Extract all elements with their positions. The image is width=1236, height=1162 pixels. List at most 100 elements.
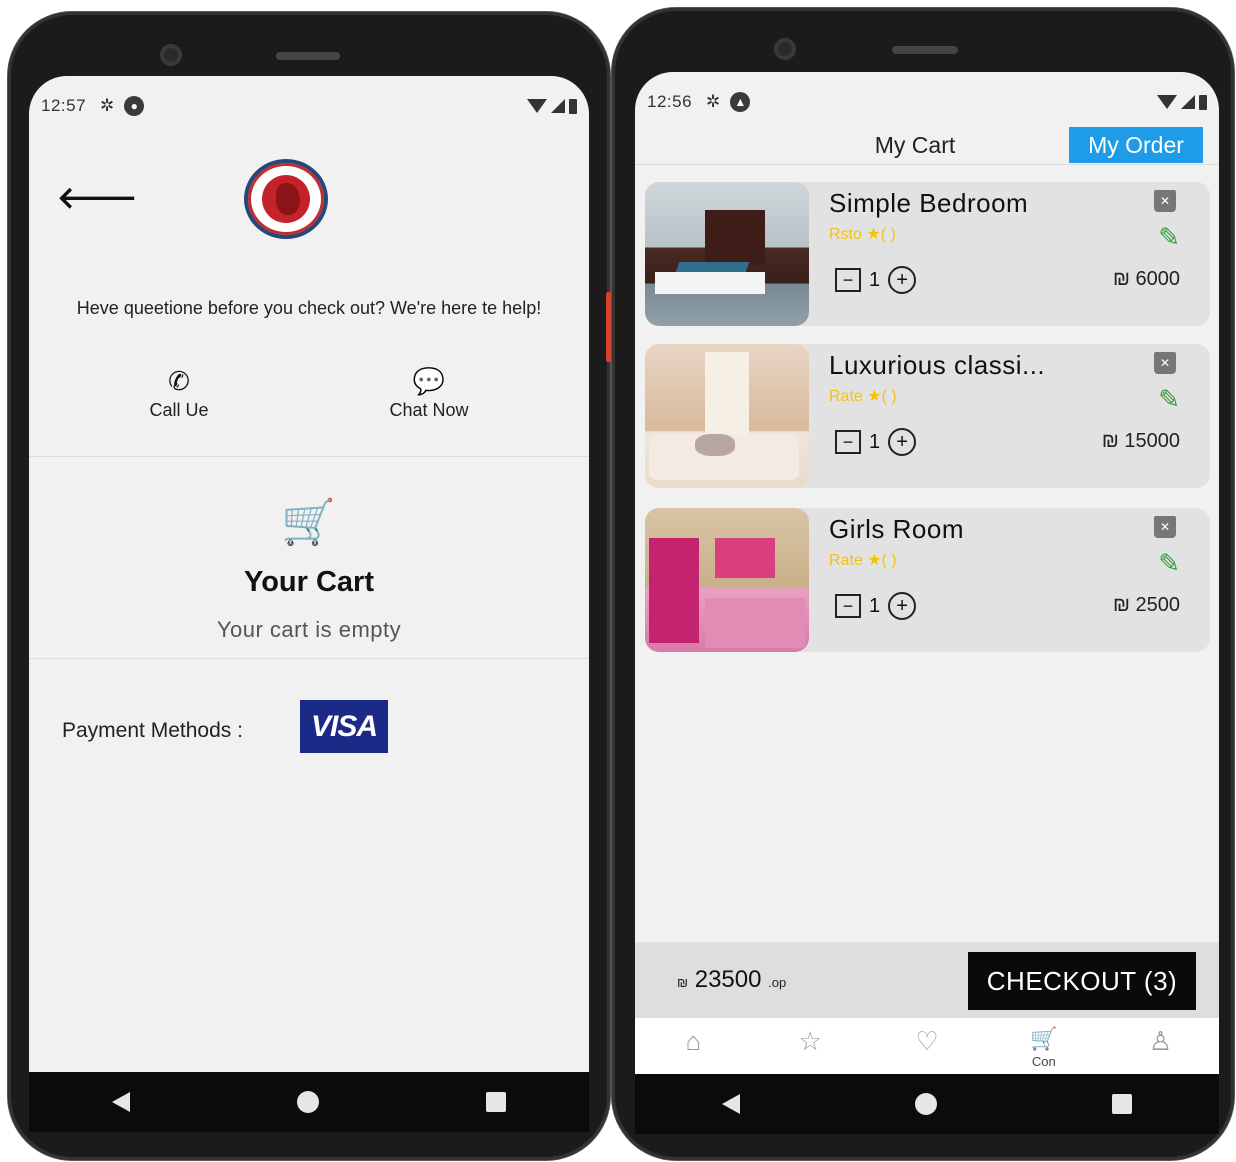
cart-title: Your Cart (244, 566, 374, 598)
item-rating: Rate ★( ) (829, 386, 897, 406)
help-text: Heve queetione before you check out? We'… (76, 298, 542, 318)
settings-icon: ✲ (100, 96, 115, 115)
speaker (276, 52, 340, 60)
chat-now-button[interactable]: 💬 Chat Now (369, 366, 489, 421)
nav-back-icon[interactable] (112, 1092, 131, 1112)
brand-logo (244, 159, 328, 239)
notification-icon: ● (124, 96, 145, 116)
left-screen: 12:57 ✲ ● 🡐 Heve queetione before you ch… (29, 76, 589, 1072)
rate-count: ( ) (881, 552, 897, 569)
signal-icon (1181, 95, 1195, 109)
star-icon: ★ (866, 226, 881, 243)
tab-wishlist[interactable]: ♡ (869, 1018, 986, 1074)
speaker (892, 46, 958, 54)
total-amount: 23500 (694, 966, 762, 993)
total-suffix: .op (768, 975, 787, 990)
battery-icon (569, 98, 577, 114)
system-navbar (635, 1074, 1219, 1134)
edit-icon[interactable]: ✎ (1158, 384, 1180, 415)
item-price: ₪ 2500 (1112, 594, 1180, 616)
status-right (1157, 94, 1207, 110)
home-icon: ⌂ (685, 1026, 702, 1056)
nav-recent-icon[interactable] (1111, 1094, 1132, 1114)
user-icon: ♙ (1148, 1026, 1173, 1056)
total-price: ₪ 23500 .op (677, 966, 786, 994)
nav-home-icon[interactable] (296, 1091, 319, 1113)
quantity-value: 1 (869, 430, 881, 453)
quantity-stepper: − 1 + (835, 428, 917, 456)
total-currency: ₪ (677, 975, 689, 990)
star-icon: ★ (867, 552, 882, 569)
item-image[interactable] (645, 344, 809, 488)
wifi-icon (527, 99, 547, 113)
decrease-quantity-button[interactable]: − (835, 430, 861, 454)
wifi-icon (1157, 95, 1177, 109)
nav-recent-icon[interactable] (485, 1092, 506, 1112)
item-rating: Rate ★( ) (829, 550, 897, 570)
status-bar: 12:57 ✲ ● (29, 76, 589, 136)
cart-item: Girls Room Rate ★( ) − 1 + ₪ 2500 ✕ ✎ (645, 508, 1210, 652)
nav-back-icon[interactable] (722, 1094, 741, 1114)
chat-now-label: Chat Now (389, 400, 469, 420)
rate-count: ( ) (881, 388, 897, 405)
battery-icon (1199, 94, 1207, 110)
status-time: 12:57 (41, 96, 87, 115)
rate-count: ( ) (880, 226, 896, 243)
signal-icon (551, 99, 565, 113)
right-screen: 12:56 ✲ ▲ My Cart My Order Simple Bedroo… (635, 72, 1219, 1074)
tab-profile[interactable]: ♙ (1102, 1018, 1219, 1074)
item-name[interactable]: Simple Bedroom (829, 188, 1028, 219)
call-us-label: Call Ue (149, 400, 209, 420)
star-icon: ☆ (798, 1026, 822, 1056)
tab-home[interactable]: ⌂ (635, 1018, 752, 1074)
back-arrow-icon[interactable]: 🡐 (57, 180, 137, 216)
divider (29, 456, 589, 457)
my-order-button[interactable]: My Order (1069, 127, 1203, 163)
front-camera (774, 38, 796, 60)
item-name[interactable]: Girls Room (829, 514, 964, 545)
item-image[interactable] (645, 508, 809, 652)
cart-icon: 🛒 (281, 498, 336, 547)
rate-label: Rate (829, 552, 863, 569)
delete-icon[interactable]: ✕ (1154, 516, 1176, 538)
delete-icon[interactable]: ✕ (1154, 352, 1176, 374)
notification-icon: ▲ (730, 92, 751, 112)
checkout-bar: ₪ 23500 .op CHECKOUT (3) (635, 942, 1219, 1018)
cart-item: Luxurious classi... Rate ★( ) − 1 + ₪ 15… (645, 344, 1210, 488)
right-phone: 12:56 ✲ ▲ My Cart My Order Simple Bedroo… (612, 8, 1234, 1160)
edit-icon[interactable]: ✎ (1158, 548, 1180, 579)
settings-icon: ✲ (706, 92, 721, 111)
quantity-stepper: − 1 + (835, 592, 917, 620)
payment-methods-label: Payment Methods : (62, 719, 243, 742)
item-rating: Rsto ★( ) (829, 224, 896, 244)
item-price: ₪ 15000 (1101, 430, 1180, 452)
quantity-stepper: − 1 + (835, 266, 917, 294)
increase-quantity-button[interactable]: + (888, 592, 917, 620)
status-time: 12:56 (647, 92, 693, 111)
tab-label: Con (1031, 1054, 1056, 1069)
item-price: ₪ 6000 (1112, 268, 1180, 290)
rate-label: Rsto (829, 226, 862, 243)
increase-quantity-button[interactable]: + (888, 266, 917, 294)
left-phone: 12:57 ✲ ● 🡐 Heve queetione before you ch… (8, 12, 612, 1160)
star-icon: ★ (867, 388, 882, 405)
decrease-quantity-button[interactable]: − (835, 268, 861, 292)
phone-icon: ✆ (168, 366, 190, 396)
item-name[interactable]: Luxurious classi... (829, 350, 1045, 381)
nav-home-icon[interactable] (914, 1093, 937, 1115)
tab-favorites[interactable]: ☆ (752, 1018, 869, 1074)
checkout-button[interactable]: CHECKOUT (3) (968, 952, 1196, 1010)
divider (29, 658, 589, 659)
chat-icon: 💬 (412, 366, 446, 396)
increase-quantity-button[interactable]: + (888, 428, 917, 456)
call-us-button[interactable]: ✆ Call Ue (129, 366, 229, 421)
cart-item: Simple Bedroom Rsto ★( ) − 1 + ₪ 6000 ✕ … (645, 182, 1210, 326)
edit-icon[interactable]: ✎ (1158, 222, 1180, 253)
cart-icon: 🛒 (1030, 1026, 1058, 1051)
system-navbar (29, 1072, 589, 1132)
delete-icon[interactable]: ✕ (1154, 190, 1176, 212)
item-image[interactable] (645, 182, 809, 326)
decrease-quantity-button[interactable]: − (835, 594, 861, 618)
tab-cart[interactable]: 🛒 Con (985, 1018, 1102, 1074)
visa-card-logo[interactable]: VISA (300, 700, 388, 753)
